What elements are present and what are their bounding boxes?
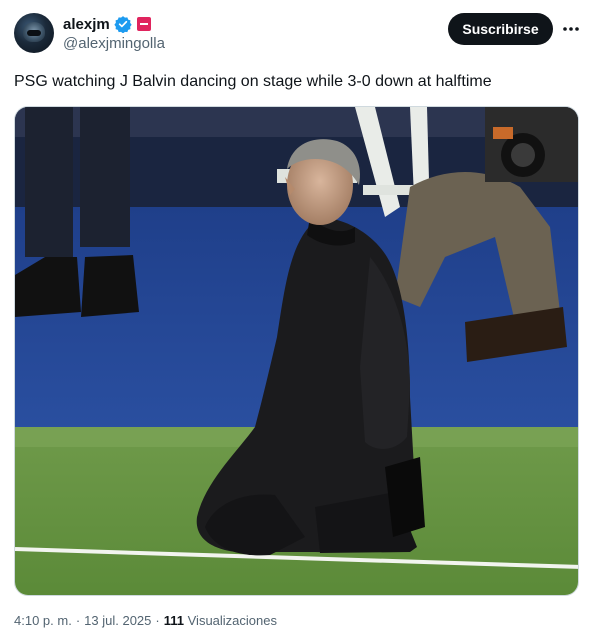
tweet-text: PSG watching J Balvin dancing on stage w… [14, 73, 492, 90]
views-count: 111 [163, 613, 184, 628]
avatar[interactable] [14, 13, 54, 53]
affiliate-flag-icon [136, 17, 151, 31]
meta-separator: · [155, 613, 160, 628]
author-display-name[interactable]: alexjm [63, 16, 110, 33]
tweet-card: alexjm @alexjmingolla Suscribirse PSG wa… [0, 0, 592, 628]
meta-separator: · [75, 613, 81, 628]
tweet-meta: 4:10 p. m. · 13 jul. 2025 · 111 Visualizacio… [14, 613, 277, 628]
more-options-icon[interactable] [558, 17, 584, 41]
author-name-row: alexjm [63, 14, 151, 34]
subscribe-button[interactable]: Suscribirse [448, 13, 553, 45]
tweet-photo[interactable] [14, 106, 579, 596]
tweet-date[interactable]: 13 jul. 2025 [84, 613, 151, 628]
tweet-time[interactable]: 4:10 p. m. [14, 613, 72, 628]
avatar-visor [27, 30, 41, 36]
verified-badge-icon [114, 15, 132, 34]
views-label: Visualizaciones [187, 613, 277, 628]
author-handle[interactable]: @alexjmingolla [63, 35, 165, 52]
